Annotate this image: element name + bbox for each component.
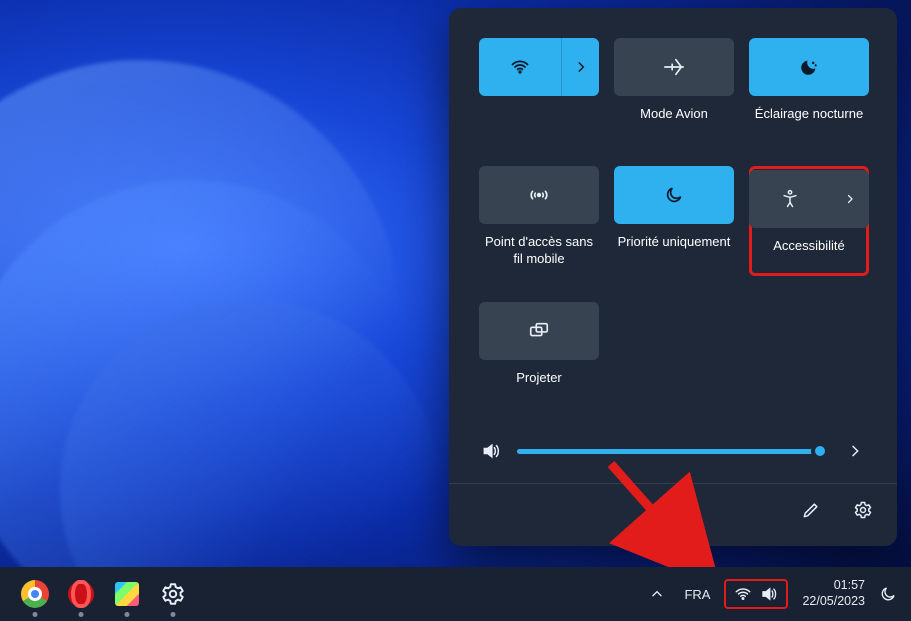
- taskbar: FRA 01:57 22/05/2023: [0, 567, 911, 621]
- accessibility-icon: [780, 189, 800, 209]
- volume-slider-fill: [517, 449, 820, 454]
- taskbar-app-chrome[interactable]: [12, 567, 58, 621]
- chrome-icon: [21, 580, 49, 608]
- volume-row: [479, 427, 867, 483]
- network-volume-tray[interactable]: [724, 579, 788, 609]
- volume-slider-thumb[interactable]: [811, 442, 829, 460]
- airplane-icon: [663, 56, 685, 78]
- accessibility-expand-button[interactable]: [831, 170, 869, 228]
- quick-settings-footer: [449, 483, 897, 536]
- clock-date: 22/05/2023: [802, 594, 865, 610]
- project-label: Projeter: [516, 370, 562, 404]
- accessibility-highlight: Accessibilité: [749, 166, 869, 276]
- taskbar-app-settings[interactable]: [150, 567, 196, 621]
- project-icon: [528, 320, 550, 342]
- gear-icon: [160, 581, 186, 607]
- volume-icon[interactable]: [479, 439, 503, 463]
- accessibility-toggle[interactable]: [749, 170, 831, 228]
- quick-settings-tiles: Mode Avion Éclairage nocturne: [479, 38, 867, 404]
- volume-expand-button[interactable]: [843, 439, 867, 463]
- wifi-expand-button[interactable]: [561, 38, 599, 96]
- tray-overflow-button[interactable]: [644, 587, 670, 601]
- airplane-mode-tile[interactable]: [614, 38, 734, 96]
- volume-slider[interactable]: [517, 449, 829, 454]
- focus-assist-label: Priorité uniquement: [618, 234, 731, 268]
- accessibility-tile[interactable]: [749, 170, 869, 228]
- mobile-hotspot-label: Point d'accès sans fil mobile: [479, 234, 599, 268]
- quick-settings-panel: Mode Avion Éclairage nocturne: [449, 8, 897, 546]
- focus-assist-tile[interactable]: [614, 166, 734, 224]
- accessibility-label: Accessibilité: [773, 238, 845, 272]
- taskbar-app-opera[interactable]: [58, 567, 104, 621]
- clock-time: 01:57: [802, 578, 865, 594]
- notification-center-button[interactable]: [871, 585, 897, 603]
- moon-icon: [664, 185, 684, 205]
- airplane-mode-label: Mode Avion: [640, 106, 708, 140]
- taskbar-clock[interactable]: 01:57 22/05/2023: [794, 578, 865, 609]
- wifi-icon: [510, 57, 530, 77]
- chevron-right-icon: [844, 193, 856, 205]
- night-light-tile[interactable]: [749, 38, 869, 96]
- chevron-right-icon: [574, 60, 588, 74]
- project-tile[interactable]: [479, 302, 599, 360]
- mobile-hotspot-tile[interactable]: [479, 166, 599, 224]
- volume-icon: [760, 585, 778, 603]
- edit-quick-settings-button[interactable]: [799, 498, 823, 522]
- hotspot-icon: [528, 184, 550, 206]
- taskbar-app-files[interactable]: [104, 567, 150, 621]
- night-light-label: Éclairage nocturne: [755, 106, 863, 140]
- wifi-icon: [734, 585, 752, 603]
- settings-button[interactable]: [851, 498, 875, 522]
- night-light-icon: [799, 57, 819, 77]
- language-indicator[interactable]: FRA: [676, 587, 718, 602]
- wifi-tile[interactable]: [479, 38, 599, 96]
- wifi-toggle[interactable]: [479, 38, 561, 96]
- files-icon: [115, 582, 139, 606]
- opera-icon: [68, 581, 94, 607]
